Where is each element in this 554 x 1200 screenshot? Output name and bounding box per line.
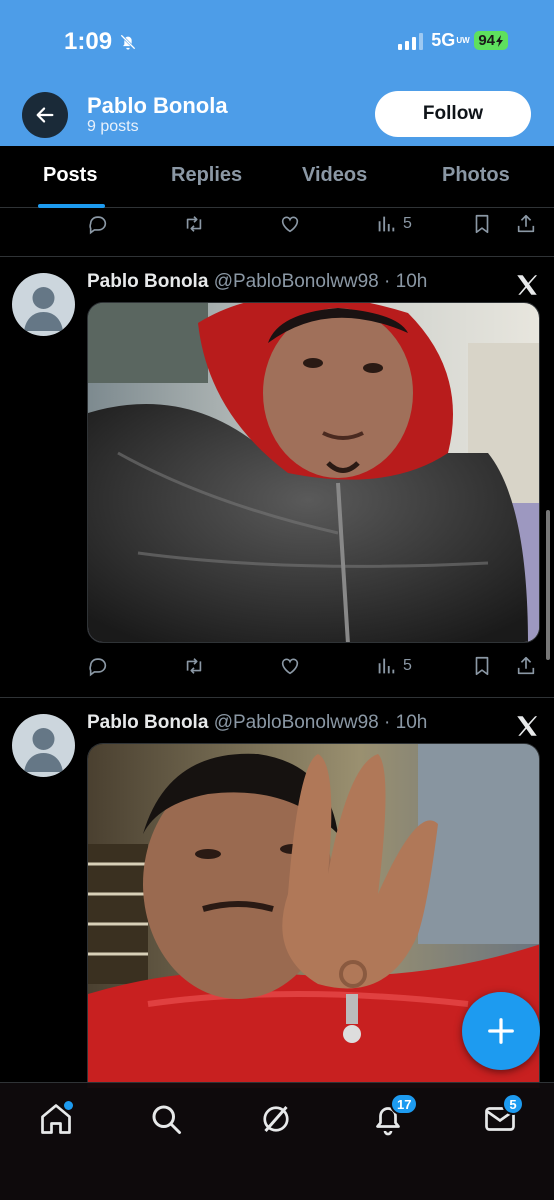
share-button[interactable] xyxy=(515,213,537,235)
charging-icon xyxy=(496,34,503,47)
post-actions: 5 xyxy=(87,213,539,241)
post-divider xyxy=(0,256,554,257)
analytics-icon xyxy=(378,658,395,674)
post-count: 9 posts xyxy=(87,118,139,135)
bookmark-button[interactable] xyxy=(471,655,493,677)
profile-tabs: Posts Replies Videos Photos xyxy=(0,146,554,208)
view-count: 5 xyxy=(403,657,412,674)
author-handle[interactable]: @PabloBonolww98 xyxy=(214,271,379,292)
bookmark-icon xyxy=(475,656,489,676)
bell-muted-icon xyxy=(120,34,136,50)
bottom-navigation: 17 5 xyxy=(0,1082,554,1200)
author-handle[interactable]: @PabloBonolww98 xyxy=(214,712,379,733)
analytics-icon xyxy=(378,216,395,232)
status-time: 1:09 xyxy=(64,28,113,55)
reply-icon xyxy=(89,658,107,677)
nav-grok[interactable] xyxy=(258,1101,294,1137)
scrollbar[interactable] xyxy=(546,510,550,660)
grok-icon xyxy=(263,1106,289,1132)
share-icon xyxy=(517,214,535,233)
views-button[interactable]: 5 xyxy=(375,655,412,677)
network-type: 5G xyxy=(431,30,456,50)
nav-home[interactable] xyxy=(38,1101,74,1137)
post-divider xyxy=(0,697,554,698)
bookmark-button[interactable] xyxy=(471,213,493,235)
profile-name: Pablo Bonola xyxy=(87,93,228,118)
profile-header: 1:09 5G UW 94 Pablo Bonola 9 posts Follo… xyxy=(0,0,554,146)
reply-button[interactable] xyxy=(87,655,109,677)
dot-separator: · xyxy=(378,271,396,292)
messages-badge: 5 xyxy=(502,1093,524,1115)
repost-icon xyxy=(186,216,202,232)
nav-search[interactable] xyxy=(148,1101,184,1137)
view-count: 5 xyxy=(403,215,412,232)
notifications-badge: 17 xyxy=(390,1093,419,1115)
network-sub: UW xyxy=(456,35,470,45)
home-unread-dot xyxy=(64,1101,73,1110)
reply-icon xyxy=(89,216,107,235)
tab-posts[interactable]: Posts xyxy=(43,164,97,187)
active-tab-indicator xyxy=(38,204,105,208)
battery-indicator: 94 xyxy=(474,31,508,50)
reply-button[interactable] xyxy=(87,213,109,235)
status-indicators: 5G UW 94 xyxy=(398,30,508,51)
network-indicator: 5G UW xyxy=(431,30,470,51)
heart-icon xyxy=(281,216,299,233)
post-media-image[interactable] xyxy=(87,302,540,643)
x-logo-icon xyxy=(517,275,538,295)
author-name[interactable]: Pablo Bonola xyxy=(87,271,208,292)
follow-button[interactable]: Follow xyxy=(375,91,531,137)
back-button[interactable] xyxy=(22,92,68,138)
post-time: 10h xyxy=(395,712,428,733)
dot-separator: · xyxy=(378,712,396,733)
post-header: Pablo Bonola @PabloBonolww98 · 10h xyxy=(87,271,427,293)
plus-icon xyxy=(488,1018,514,1044)
avatar[interactable] xyxy=(12,714,75,777)
bookmark-icon xyxy=(475,214,489,234)
battery-level: 94 xyxy=(478,32,495,49)
post-header: Pablo Bonola @PabloBonolww98 · 10h xyxy=(87,712,427,734)
like-button[interactable] xyxy=(279,655,301,677)
post-actions: 5 xyxy=(87,655,539,683)
tab-photos[interactable]: Photos xyxy=(442,164,510,187)
avatar[interactable] xyxy=(12,273,75,336)
selfie-photo xyxy=(88,303,539,642)
x-logo-icon xyxy=(517,716,538,736)
arrow-left-icon xyxy=(36,107,54,123)
default-avatar-icon xyxy=(24,287,63,331)
views-button[interactable]: 5 xyxy=(375,213,412,235)
compose-post-button[interactable] xyxy=(462,992,540,1070)
tab-videos[interactable]: Videos xyxy=(302,164,367,187)
tab-replies[interactable]: Replies xyxy=(171,164,242,187)
default-avatar-icon xyxy=(24,728,63,772)
author-name[interactable]: Pablo Bonola xyxy=(87,712,208,733)
heart-icon xyxy=(281,658,299,675)
search-icon xyxy=(152,1105,181,1134)
post-time: 10h xyxy=(395,271,428,292)
repost-icon xyxy=(186,658,202,674)
nav-notifications[interactable]: 17 xyxy=(370,1093,419,1137)
like-button[interactable] xyxy=(279,213,301,235)
nav-messages[interactable]: 5 xyxy=(482,1093,524,1137)
repost-button[interactable] xyxy=(183,213,205,235)
share-icon xyxy=(517,656,535,675)
repost-button[interactable] xyxy=(183,655,205,677)
share-button[interactable] xyxy=(515,655,537,677)
signal-icon xyxy=(398,32,424,50)
